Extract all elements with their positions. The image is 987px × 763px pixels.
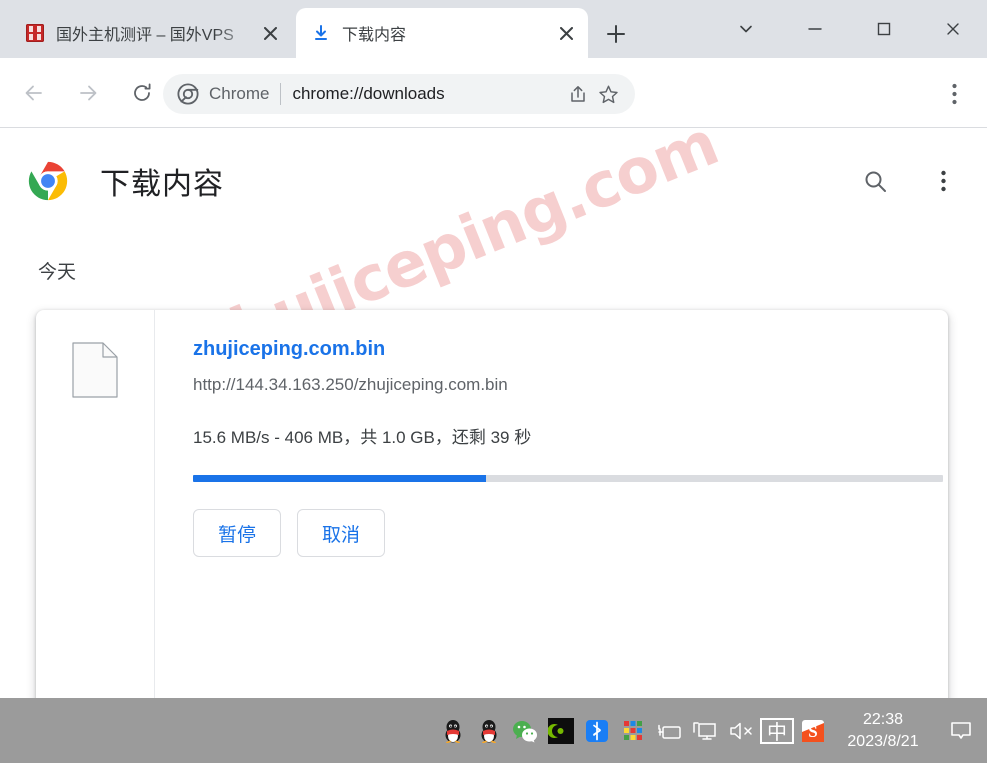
tab-close-button[interactable] xyxy=(256,19,284,47)
tab-strip: 国外主机测评 – 国外VPS 下载内容 xyxy=(0,0,987,58)
tab-title: 下载内容 xyxy=(342,27,407,44)
tab-close-button[interactable] xyxy=(552,19,580,47)
minimize-icon xyxy=(807,28,822,30)
downloads-header: 下载内容 xyxy=(0,145,987,217)
color-grid-icon xyxy=(624,720,642,740)
share-button[interactable] xyxy=(563,79,593,109)
notification-center-button[interactable] xyxy=(935,698,987,763)
close-icon xyxy=(946,23,959,35)
battery-power-icon xyxy=(658,724,681,739)
sogou-input-icon[interactable]: S xyxy=(795,698,831,763)
download-progress-fill xyxy=(193,475,486,482)
three-dot-menu-icon xyxy=(940,170,946,192)
plus-icon xyxy=(607,25,625,43)
tab-downloads[interactable]: 下载内容 xyxy=(296,8,588,58)
color-grid-icon[interactable] xyxy=(615,698,651,763)
download-filename-link[interactable]: zhujiceping.com.bin xyxy=(193,338,943,361)
qq-penguin-icon xyxy=(481,719,497,743)
download-item-card: zhujiceping.com.bin http://144.34.163.25… xyxy=(36,310,948,698)
bluetooth-icon xyxy=(586,719,608,742)
window-controls xyxy=(711,0,987,58)
wechat-icon[interactable] xyxy=(507,698,543,763)
nvidia-icon[interactable] xyxy=(543,698,579,763)
notification-bubble-icon xyxy=(951,721,971,739)
star-icon xyxy=(598,85,618,103)
search-downloads-button[interactable] xyxy=(855,161,895,201)
maximize-button[interactable] xyxy=(849,0,918,58)
download-progress-bar xyxy=(193,475,943,482)
address-bar[interactable]: Chrome chrome://downloads xyxy=(163,74,635,114)
ime-language-indicator[interactable]: 中 xyxy=(759,698,795,763)
download-icon xyxy=(315,25,327,40)
downloads-menu-button[interactable] xyxy=(923,161,963,201)
download-source-url: http://144.34.163.250/zhujiceping.com.bi… xyxy=(193,375,508,394)
power-icon[interactable] xyxy=(651,698,687,763)
volume-muted-icon[interactable] xyxy=(723,698,759,763)
reload-icon xyxy=(134,83,151,101)
monitor-icon xyxy=(693,721,716,740)
forward-button[interactable] xyxy=(68,73,108,113)
bluetooth-icon[interactable] xyxy=(579,698,615,763)
windows-taskbar: 中 S 22:38 2023/8/21 xyxy=(0,698,987,763)
downloads-page: 下载内容 今天 zhujiceping.com zhujiceping.com.… xyxy=(0,129,987,698)
nvidia-icon xyxy=(548,717,574,744)
new-tab-button[interactable] xyxy=(600,18,632,50)
bookmark-button[interactable] xyxy=(593,79,623,109)
browser-menu-button[interactable] xyxy=(937,77,971,111)
arrow-left-icon xyxy=(25,85,42,100)
reload-button[interactable] xyxy=(122,73,162,113)
svg-text:S: S xyxy=(808,722,817,741)
download-file-icon-column xyxy=(36,310,155,698)
ime-chinese-label: 中 xyxy=(760,717,794,744)
chrome-logo-icon xyxy=(28,161,68,201)
browser-window: 国外主机测评 – 国外VPS 下载内容 Chrome chrome://down… xyxy=(0,0,987,763)
minimize-button[interactable] xyxy=(780,0,849,58)
speaker-muted-icon xyxy=(730,722,752,739)
qq-icon[interactable] xyxy=(435,698,471,763)
date-group-label: 今天 xyxy=(38,262,77,283)
cancel-button[interactable]: 取消 xyxy=(297,509,385,557)
maximize-icon xyxy=(877,22,890,36)
browser-toolbar: Chrome chrome://downloads xyxy=(0,58,987,128)
system-tray: 中 S 22:38 2023/8/21 xyxy=(435,698,987,763)
tab-search-button[interactable] xyxy=(711,0,780,58)
generic-file-icon xyxy=(72,342,118,398)
omnibox-url: chrome://downloads xyxy=(292,84,445,103)
tab-title: 国外主机测评 – 国外VPS xyxy=(56,27,234,44)
close-button[interactable] xyxy=(918,0,987,58)
omnibox-chip-label: Chrome xyxy=(209,84,270,103)
chevron-down-icon xyxy=(739,25,752,33)
qq-penguin-icon xyxy=(445,719,461,743)
three-dot-menu-icon xyxy=(951,83,957,105)
download-details: zhujiceping.com.bin http://144.34.163.25… xyxy=(155,310,963,698)
qq-icon[interactable] xyxy=(471,698,507,763)
search-icon xyxy=(865,171,886,192)
tab-guowai-zhuji-ceping[interactable]: 国外主机测评 – 国外VPS xyxy=(12,8,292,58)
downloads-header-actions xyxy=(855,161,963,201)
chrome-icon xyxy=(177,83,199,105)
wechat-icon xyxy=(513,720,537,742)
share-icon xyxy=(571,86,585,102)
taskbar-clock[interactable]: 22:38 2023/8/21 xyxy=(831,698,935,763)
sogou-icon: S xyxy=(802,719,824,742)
page-title: 下载内容 xyxy=(100,168,224,201)
clock-date: 2023/8/21 xyxy=(847,732,919,750)
arrow-right-icon xyxy=(80,85,97,100)
display-icon[interactable] xyxy=(687,698,723,763)
omnibox-divider xyxy=(280,83,282,105)
download-actions: 暂停 取消 xyxy=(193,509,943,557)
download-status-text: 15.6 MB/s - 406 MB，共 1.0 GB，还剩 39 秒 xyxy=(193,428,532,447)
pause-button[interactable]: 暂停 xyxy=(193,509,281,557)
back-button[interactable] xyxy=(14,73,54,113)
clock-time: 22:38 xyxy=(862,710,904,728)
seal-favicon-icon xyxy=(26,24,44,42)
